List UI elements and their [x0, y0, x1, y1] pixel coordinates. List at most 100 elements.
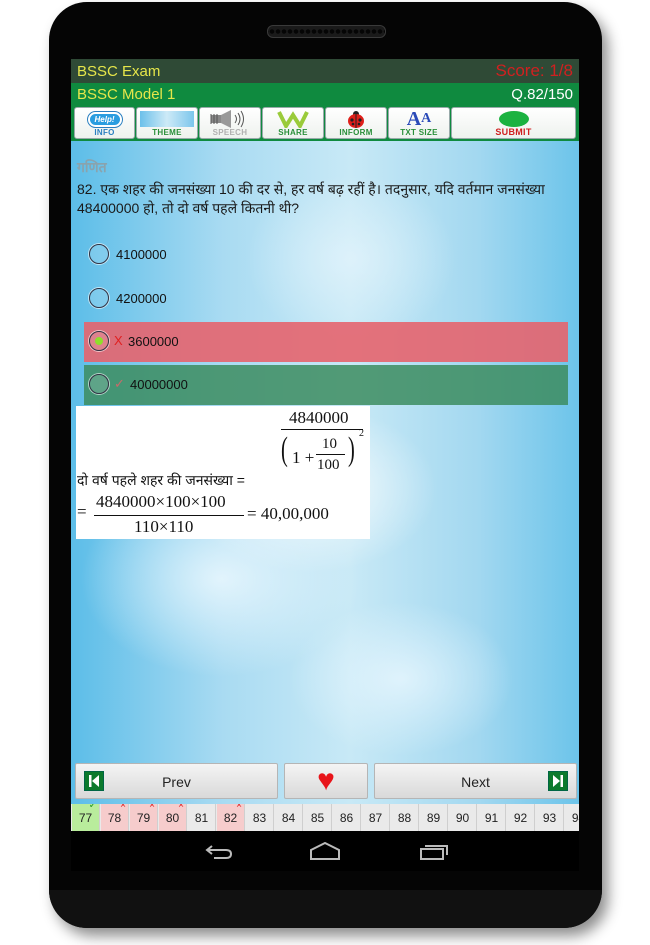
ladybug-icon — [326, 110, 386, 128]
paren-right: ) — [348, 431, 355, 468]
question-cell-90[interactable]: 90 — [449, 804, 477, 831]
share-icon — [263, 110, 323, 128]
heart-icon: ♥ — [317, 764, 335, 797]
solution-numerator: 4840000 — [289, 408, 349, 427]
share-button[interactable]: SHARE — [262, 107, 324, 139]
wrong-mark-icon: X — [114, 333, 123, 348]
toolbar: Help! INFO THEME SPEECH SHARE INFORM A A… — [71, 105, 579, 141]
tablet-bottom-bezel — [49, 890, 602, 928]
option-1[interactable]: 4100000 — [84, 235, 568, 275]
green-circle-icon — [452, 110, 575, 128]
solution-line2-numerator: 4840000×100×100 — [96, 492, 226, 511]
radio-button[interactable] — [89, 374, 109, 394]
wrong-badge-icon: × — [120, 804, 126, 811]
solution-exponent: 2 — [359, 428, 364, 439]
radio-button-selected[interactable] — [89, 331, 109, 351]
question-cell-85[interactable]: 85 — [304, 804, 332, 831]
favorite-button[interactable]: ♥ — [284, 763, 368, 799]
question-cell-94[interactable]: 94 — [565, 804, 579, 831]
radio-button[interactable] — [89, 288, 109, 308]
next-button[interactable]: Next — [374, 763, 577, 799]
info-button[interactable]: Help! INFO — [74, 107, 135, 139]
skip-forward-icon — [548, 771, 568, 791]
question-cell-83[interactable]: 83 — [246, 804, 274, 831]
question-navigator-strip[interactable]: 77 ✓ 78 × 79 × 80 × 81 82 × 83 84 85 86 87 88 89 90 91 92 93 9… — [71, 804, 579, 831]
option-2[interactable]: 4200000 — [84, 279, 568, 319]
subject-label: गणित — [77, 159, 107, 175]
fraction-bar — [316, 454, 345, 455]
question-number: 89 — [426, 811, 441, 825]
question-number: 86 — [339, 811, 354, 825]
exam-subtitle: BSSC Model 1 — [77, 86, 176, 103]
option-4-correct[interactable]: ✓ 40000000 — [84, 365, 568, 405]
question-cell-88[interactable]: 88 — [391, 804, 419, 831]
solution-result: = 40,00,000 — [247, 504, 329, 523]
app-screen: BSSC Exam Score: 1/8 BSSC Model 1 Q.82/1… — [71, 59, 579, 831]
question-number: 77 — [78, 811, 93, 825]
question-number: 79 — [136, 811, 151, 825]
subheader-bar: BSSC Model 1 Q.82/150 — [71, 83, 579, 105]
question-number: 88 — [397, 811, 412, 825]
text-size-button[interactable]: AA TXT SIZE — [388, 107, 450, 139]
score-label: Score: 1/8 — [495, 61, 574, 80]
prev-button[interactable]: Prev — [75, 763, 278, 799]
question-number: 84 — [281, 811, 296, 825]
question-number: 80 — [165, 811, 180, 825]
option-text: 4200000 — [116, 291, 167, 306]
recent-apps-icon[interactable] — [419, 842, 449, 860]
text-size-icon: AA — [406, 108, 432, 130]
question-number: 85 — [310, 811, 325, 825]
speech-button[interactable]: SPEECH — [199, 107, 261, 139]
solution-label: दो वर्ष पहले शहर की जनसंख्या = — [77, 472, 245, 488]
question-number: 81 — [194, 811, 209, 825]
fraction-bar — [94, 515, 244, 516]
question-number: 90 — [455, 811, 470, 825]
help-bubble-icon: Help! — [75, 110, 134, 128]
question-cell-92[interactable]: 92 — [507, 804, 535, 831]
fraction-bar — [281, 429, 363, 430]
back-icon[interactable] — [204, 842, 234, 860]
solution-image: 4840000 ( 1 + 10 100 ) 2 दो वर्ष पहले शह… — [76, 406, 370, 539]
home-icon[interactable] — [309, 842, 341, 860]
speaker-icon — [200, 110, 260, 128]
question-cell-82[interactable]: 82 × — [217, 804, 245, 831]
question-number: 94 — [571, 811, 579, 825]
question-cell-91[interactable]: 91 — [478, 804, 506, 831]
correct-badge-icon: ✓ — [88, 804, 97, 811]
question-cell-77[interactable]: 77 ✓ — [72, 804, 100, 831]
question-cell-86[interactable]: 86 — [333, 804, 361, 831]
option-3-wrong[interactable]: X 3600000 — [84, 322, 568, 362]
submit-button[interactable]: SUBMIT — [451, 107, 576, 139]
question-cell-89[interactable]: 89 — [420, 804, 448, 831]
inform-button[interactable]: INFORM — [325, 107, 387, 139]
wrong-badge-icon: × — [236, 804, 242, 811]
theme-sky-icon — [137, 110, 197, 128]
question-cell-87[interactable]: 87 — [362, 804, 390, 831]
question-cell-84[interactable]: 84 — [275, 804, 303, 831]
question-cell-79[interactable]: 79 × — [130, 804, 158, 831]
solution-one-plus: 1 + — [292, 448, 315, 467]
question-counter: Q.82/150 — [511, 86, 573, 103]
wrong-badge-icon: × — [178, 804, 184, 811]
theme-button[interactable]: THEME — [136, 107, 198, 139]
speaker-grille — [267, 25, 386, 38]
question-number: 92 — [513, 811, 528, 825]
option-text: 40000000 — [130, 377, 188, 392]
question-cell-78[interactable]: 78 × — [101, 804, 129, 831]
solution-base: 100 — [317, 457, 340, 473]
question-cell-93[interactable]: 93 — [536, 804, 564, 831]
solution-rate: 10 — [322, 436, 337, 452]
wrong-badge-icon: × — [149, 804, 155, 811]
solution-equals: = — [77, 502, 87, 521]
solution-line2-denominator: 110×110 — [134, 517, 194, 536]
question-number: 87 — [368, 811, 383, 825]
question-cell-80[interactable]: 80 × — [159, 804, 187, 831]
question-text: 82. एक शहर की जनसंख्या 10 की दर से, हर व… — [77, 181, 545, 216]
question-cell-81[interactable]: 81 — [188, 804, 216, 831]
question-number: 83 — [252, 811, 267, 825]
android-nav-bar — [71, 831, 579, 871]
radio-button[interactable] — [89, 244, 109, 264]
question-number: 93 — [542, 811, 557, 825]
question-number: 91 — [484, 811, 499, 825]
question-number: 78 — [107, 811, 122, 825]
